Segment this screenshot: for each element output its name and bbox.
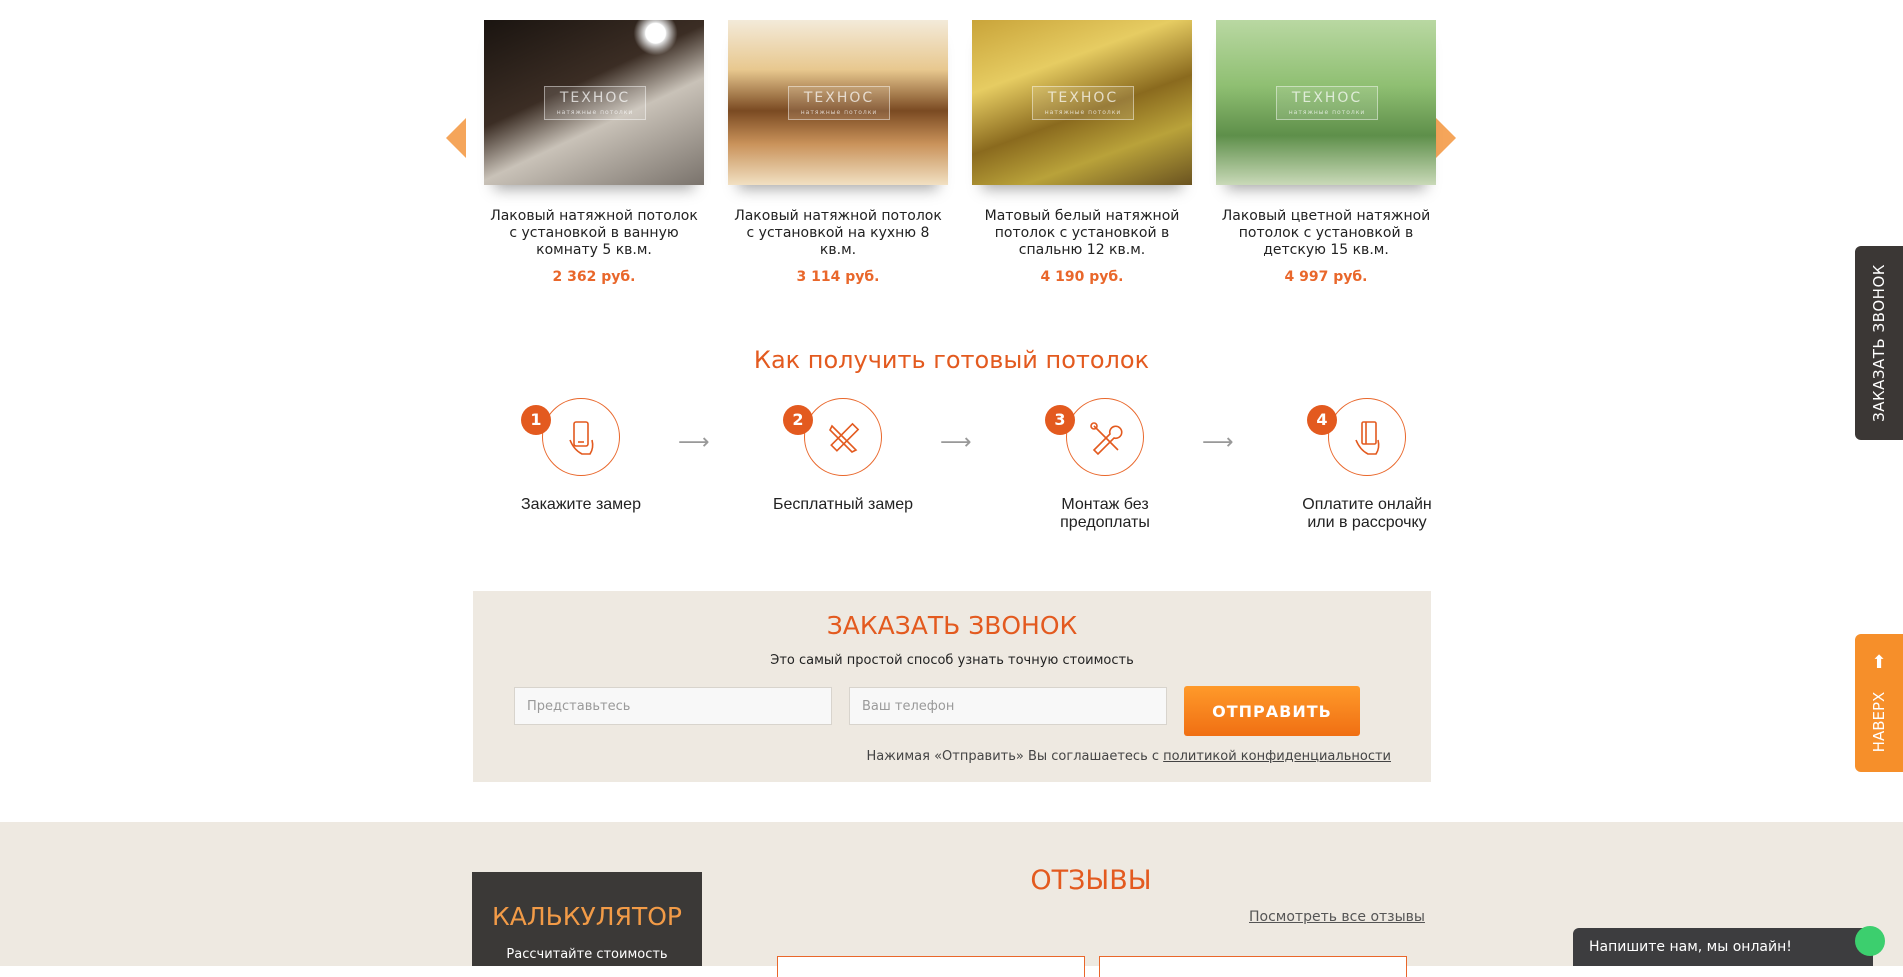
steps-title: Как получить готовый потолок — [753, 346, 1150, 374]
product-card[interactable]: ТЕХНОС натяжные потолки Лаковый натяжной … — [728, 20, 948, 285]
calculator-subtitle: Рассчитайте стоимость — [506, 947, 668, 962]
phone-hand-icon — [569, 421, 594, 455]
watermark-logo: ТЕХНОС натяжные потолки — [1276, 86, 1378, 120]
tools-icon — [1090, 422, 1123, 456]
product-title: Матовый белый натяжной потолок с установ… — [984, 208, 1180, 258]
step-item: 4 Оплатите онлайн или в рассрочку — [1292, 398, 1442, 532]
consent-text: Нажимая «Отправить» Вы соглашаетесь с — [866, 749, 1160, 764]
calculator-title: КАЛЬКУЛЯТОР — [492, 902, 682, 931]
step-label: Оплатите онлайн или в рассрочку — [1302, 496, 1432, 531]
step-ring: 3 — [1045, 398, 1144, 476]
step-ring: 2 — [783, 398, 882, 476]
product-price: 4 190 руб. — [1040, 269, 1124, 285]
product-price: 4 997 руб. — [1284, 269, 1368, 285]
product-price: 2 362 руб. — [552, 269, 636, 285]
phone-input[interactable] — [849, 687, 1167, 725]
chat-label: Напишите нам, мы онлайн! — [1589, 939, 1792, 955]
step-item: 2 Бесплатный замер — [768, 398, 918, 514]
step-item: 3 Монтаж без предоплаты — [1030, 398, 1180, 532]
consent-note: Нажимая «Отправить» Вы соглашаетесь с по… — [866, 749, 1391, 764]
product-photo: ТЕХНОС натяжные потолки — [728, 20, 948, 185]
product-price: 3 114 руб. — [796, 269, 880, 285]
product-photo: ТЕХНОС натяжные потолки — [1216, 20, 1436, 185]
arrow-right-icon: ⟶ — [1202, 430, 1234, 455]
pencil-ruler-icon — [829, 422, 860, 453]
callback-title: ЗАКАЗАТЬ ЗВОНОК — [826, 611, 1078, 640]
card-hand-icon — [1355, 421, 1380, 455]
send-button[interactable]: ОТПРАВИТЬ — [1184, 686, 1360, 736]
review-card — [1099, 956, 1407, 977]
step-number: 4 — [1307, 405, 1337, 435]
step-label: Закажите замер — [521, 496, 641, 513]
step-item: 1 Закажите замер — [506, 398, 656, 514]
product-photo: ТЕХНОС натяжные потолки — [484, 20, 704, 185]
steps-section: 1 Закажите замер ⟶ 2 Бесплатный замер ⟶ … — [500, 398, 1432, 558]
carousel-next-arrow[interactable] — [1436, 118, 1456, 158]
product-carousel: ТЕХНОС натяжные потолки Лаковый натяжной … — [484, 20, 1436, 285]
product-title: Лаковый натяжной потолок с установкой в … — [490, 208, 698, 258]
product-photo: ТЕХНОС натяжные потолки — [972, 20, 1192, 185]
arrow-up-icon: ⬆ — [1871, 652, 1887, 673]
step-label: Бесплатный замер — [772, 496, 914, 513]
step-ring: 4 — [1307, 398, 1406, 476]
reviews-title: ОТЗЫВЫ — [1030, 865, 1152, 896]
step-number: 3 — [1045, 405, 1075, 435]
online-chat-widget[interactable]: Напишите нам, мы онлайн! — [1573, 926, 1885, 966]
step-label: Монтаж без предоплаты — [1060, 496, 1150, 531]
arrow-right-icon: ⟶ — [678, 430, 710, 455]
watermark-logo: ТЕХНОС натяжные потолки — [1032, 86, 1134, 120]
name-input[interactable] — [514, 687, 832, 725]
side-callback-label: ЗАКАЗАТЬ ЗВОНОК — [1870, 264, 1888, 422]
product-card[interactable]: ТЕХНОС натяжные потолки Лаковый цветной н… — [1216, 20, 1436, 285]
scroll-top-tab[interactable]: ⬆ НАВЕРХ — [1855, 634, 1903, 772]
watermark-logo: ТЕХНОС натяжные потолки — [788, 86, 890, 120]
privacy-policy-link[interactable]: политикой конфиденциальности — [1163, 749, 1391, 764]
callback-subtitle: Это самый простой способ узнать точную с… — [770, 653, 1134, 668]
review-card — [777, 956, 1085, 977]
chat-status-icon — [1855, 926, 1885, 956]
carousel-prev-arrow[interactable] — [446, 118, 466, 158]
scroll-top-label: НАВЕРХ — [1870, 691, 1888, 753]
product-title: Лаковый цветной натяжной потолок с устан… — [1221, 208, 1431, 258]
side-callback-tab[interactable]: ЗАКАЗАТЬ ЗВОНОК — [1855, 246, 1903, 440]
watermark-logo: ТЕХНОС натяжные потолки — [544, 86, 646, 120]
step-ring: 1 — [521, 398, 620, 476]
step-number: 1 — [521, 405, 551, 435]
calculator-block[interactable]: КАЛЬКУЛЯТОР Рассчитайте стоимость — [472, 872, 702, 966]
step-number: 2 — [783, 405, 813, 435]
product-card[interactable]: ТЕХНОС натяжные потолки Лаковый натяжной … — [484, 20, 704, 285]
arrow-right-icon: ⟶ — [940, 430, 972, 455]
product-title: Лаковый натяжной потолок с установкой на… — [734, 208, 942, 258]
all-reviews-link[interactable]: Посмотреть все отзывы — [1249, 909, 1425, 925]
callback-form: ЗАКАЗАТЬ ЗВОНОК Это самый простой способ… — [473, 591, 1431, 782]
product-card[interactable]: ТЕХНОС натяжные потолки Матовый белый нат… — [972, 20, 1192, 285]
